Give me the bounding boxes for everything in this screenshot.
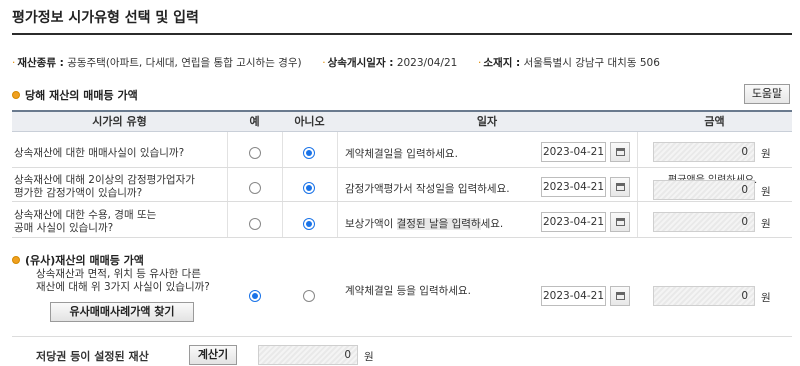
- expropriation-yes-radio[interactable]: [249, 218, 261, 230]
- asset-type-value: 공동주택(아파트, 다세대, 연립을 통합 고시하는 경우): [67, 57, 302, 69]
- expropriation-date-prompt: 보상가액이 결정된 날을 입력하세요.: [345, 218, 504, 230]
- asset-info-line: · 재산종류 : 공동주택(아파트, 다세대, 연립을 통합 고시하는 경우) ·…: [12, 55, 660, 70]
- bullet-icon: ·: [12, 57, 16, 69]
- col-header-type: 시가의 유형: [12, 110, 227, 132]
- asset-type-label: 재산종류 :: [17, 57, 64, 69]
- sale-no-radio[interactable]: [303, 147, 315, 159]
- sale-date-input[interactable]: 2023-04-21: [541, 142, 606, 162]
- question-appraisal-line1: 상속재산에 대해 2이상의 감정평가업자가: [14, 174, 195, 186]
- title-divider: [12, 33, 792, 35]
- similar-amount-unit: 원: [761, 292, 771, 304]
- section-bullet-icon: [12, 91, 20, 99]
- similar-no-radio[interactable]: [303, 290, 315, 302]
- calendar-icon[interactable]: [610, 142, 630, 162]
- similar-date-input[interactable]: 2023-04-21: [541, 286, 606, 306]
- section-bullet-icon: [12, 256, 20, 264]
- bullet-icon: ·: [478, 57, 482, 69]
- question-appraisal: 상속재산에 대해 2이상의 감정평가업자가 평가한 감정가액이 있습니까?: [14, 174, 195, 200]
- appraisal-amount-unit: 원: [761, 186, 771, 198]
- appraisal-no-radio[interactable]: [303, 182, 315, 194]
- question-sale: 상속재산에 대한 매매사실이 있습니까?: [14, 147, 185, 159]
- sale-amount-unit: 원: [761, 148, 771, 160]
- col-header-amount: 금액: [637, 110, 792, 132]
- page-title: 평가정보 시가유형 선택 및 입력: [12, 10, 199, 26]
- location-label: 소재지 :: [483, 57, 521, 69]
- start-date-value: 2023/04/21: [396, 57, 458, 69]
- help-button[interactable]: 도움말: [744, 84, 790, 104]
- question-similar: 상속재산과 면적, 위치 등 유사한 다른 재산에 대해 위 3가지 사실이 있…: [36, 268, 210, 294]
- section-own-asset-heading: 당해 재산의 매매등 가액: [12, 87, 138, 103]
- find-similar-sale-button[interactable]: 유사매매사례가액 찾기: [50, 302, 194, 322]
- sale-date-prompt: 계약체결일을 입력하세요.: [345, 148, 458, 160]
- appraisal-amount-input[interactable]: 0: [653, 180, 755, 200]
- question-similar-line2: 재산에 대해 위 3가지 사실이 있습니까?: [36, 281, 210, 293]
- question-similar-line1: 상속재산과 면적, 위치 등 유사한 다른: [36, 268, 201, 280]
- expropriation-date-input[interactable]: 2023-04-21: [541, 212, 606, 232]
- question-expropriation: 상속재산에 대한 수용, 경매 또는 공매 사실이 있습니까?: [14, 209, 156, 235]
- mortgage-amount-input[interactable]: 0: [258, 345, 358, 365]
- question-appraisal-line2: 평가한 감정가액이 있습니까?: [14, 187, 143, 199]
- appraisal-date-input[interactable]: 2023-04-21: [541, 177, 606, 197]
- calendar-icon[interactable]: [610, 286, 630, 306]
- appraisal-date-prompt: 감정가액평가서 작성일을 입력하세요.: [345, 183, 510, 195]
- similar-amount-input[interactable]: 0: [653, 286, 755, 306]
- location-value: 서울특별시 강남구 대치동 506: [523, 57, 660, 69]
- appraisal-yes-radio[interactable]: [249, 182, 261, 194]
- section-similar-asset-title: (유사)재산의 매매등 가액: [25, 254, 144, 267]
- bullet-icon: ·: [322, 57, 326, 69]
- mortgage-label: 저당권 등이 설정된 재산: [36, 350, 149, 363]
- sale-amount-input[interactable]: 0: [653, 142, 755, 162]
- expropriation-amount-input[interactable]: 0: [653, 212, 755, 232]
- calculator-button[interactable]: 계산기: [189, 345, 237, 365]
- similar-yes-radio[interactable]: [249, 290, 261, 302]
- mortgage-amount-unit: 원: [364, 351, 374, 363]
- expropriation-amount-unit: 원: [761, 218, 771, 230]
- section-own-asset-title: 당해 재산의 매매등 가액: [25, 89, 138, 102]
- question-expropriation-line2: 공매 사실이 있습니까?: [14, 222, 114, 234]
- similar-date-prompt: 계약체결일 등을 입력하세요.: [345, 285, 471, 297]
- start-date-label: 상속개시일자 :: [327, 57, 394, 69]
- sale-yes-radio[interactable]: [249, 147, 261, 159]
- section-similar-asset-heading: (유사)재산의 매매등 가액: [12, 252, 144, 268]
- question-expropriation-line1: 상속재산에 대한 수용, 경매 또는: [14, 209, 157, 221]
- calendar-icon[interactable]: [610, 177, 630, 197]
- col-header-no: 아니오: [282, 110, 337, 132]
- col-header-yes: 예: [227, 110, 282, 132]
- expropriation-no-radio[interactable]: [303, 218, 315, 230]
- col-header-date: 일자: [337, 110, 637, 132]
- calendar-icon[interactable]: [610, 212, 630, 232]
